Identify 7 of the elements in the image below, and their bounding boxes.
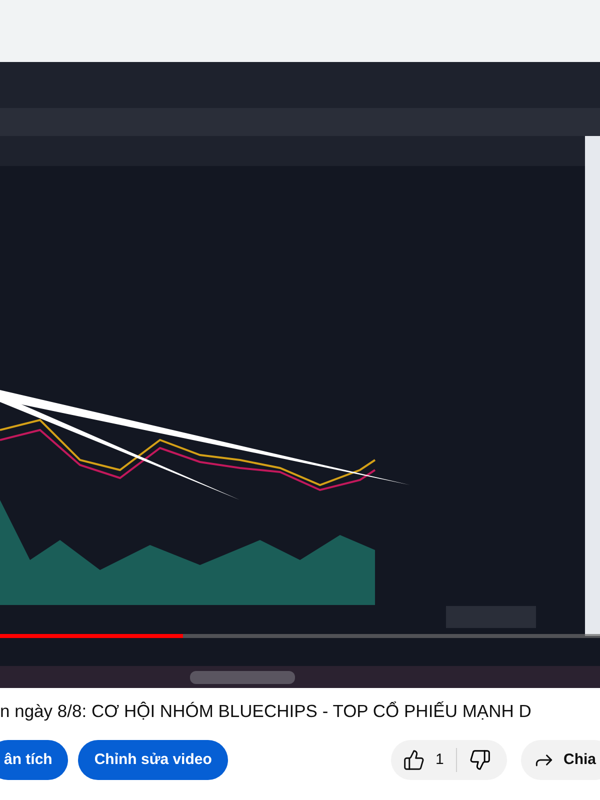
share-button[interactable]: Chia [521,740,600,780]
action-button[interactable]: ân tích [0,740,68,780]
thumbs-down-icon [468,749,491,771]
action-button[interactable]: Chỉnh sửa video [78,740,228,780]
video-title: n ngày 8/8: CƠ HỘI NHÓM BLUECHIPS - TOP CỔ PHIẾU MẠNH D [0,700,532,723]
like-button[interactable]: 1 [391,740,456,780]
thumbs-up-icon [403,749,426,771]
